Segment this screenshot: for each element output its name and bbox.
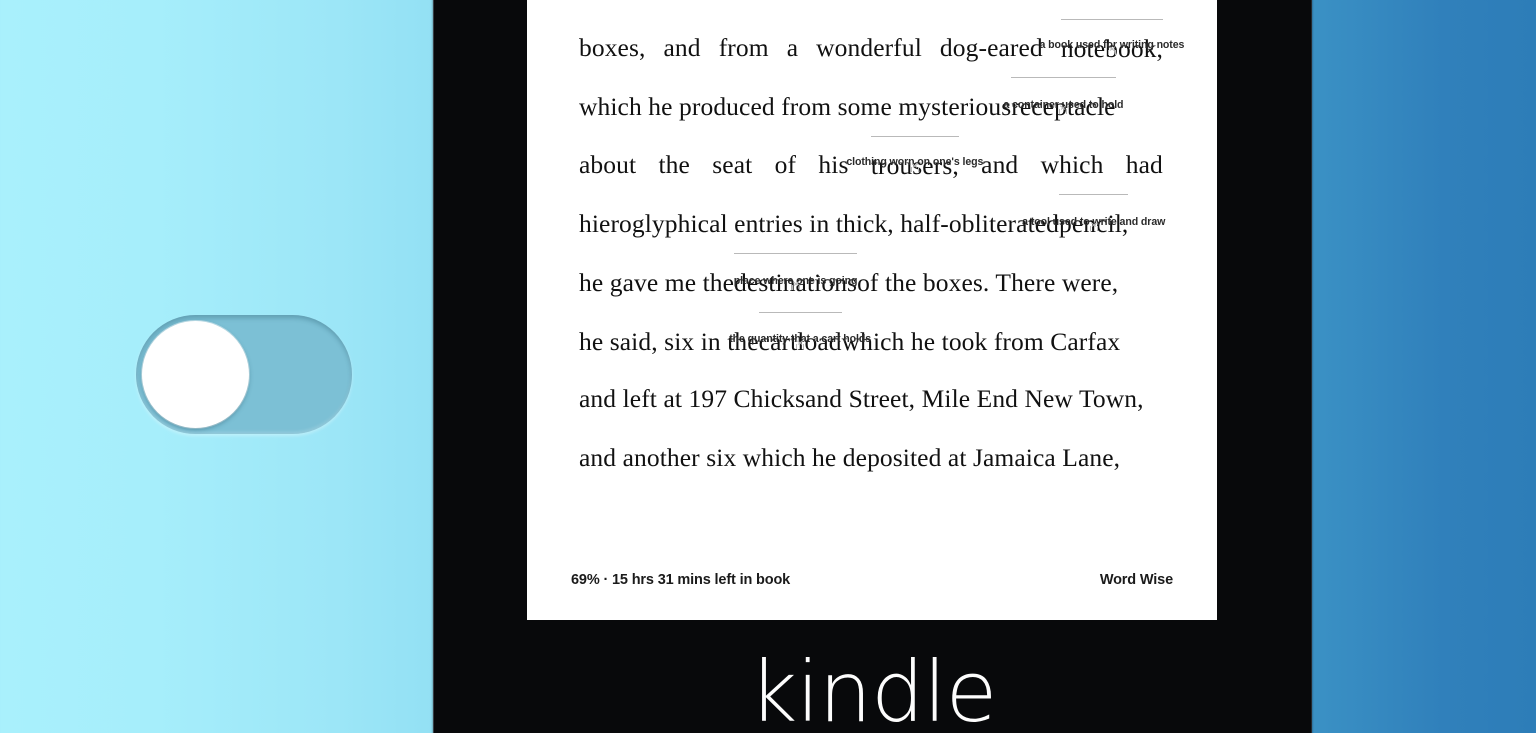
word: had [1125,149,1163,179]
word: and [981,149,1019,179]
word-wise-caret-icon [1107,49,1116,55]
word: and [663,32,701,62]
word-wise-caret-icon [1059,109,1068,115]
book-page: own. He remembered all about the inciden… [527,0,1217,620]
text-run: which he took from Carfax [841,326,1121,356]
word: own. [579,0,630,19]
reading-progress: 69% · 15 hrs 31 mins left in book [571,572,791,588]
text-line: boxes, and from a wonderful dog-eared a … [579,18,1184,78]
word: all [835,0,861,19]
word-wise-annotation[interactable]: the quantity that a cart holds cartload [729,311,871,372]
word: wonderful [816,32,922,62]
word: boxes, [579,32,646,62]
word-wise-toggle[interactable] [136,315,352,434]
text-run: he gave me the [579,267,735,297]
word-wise-annotation[interactable]: place where one is going destinations [734,252,857,313]
word-wise-annotation[interactable]: a container used to hold receptacle [1003,77,1124,137]
word: about [876,0,933,19]
text-line: hieroglyphical entries in thick, half-ob… [579,194,1165,253]
text-run: hieroglyphical entries in thick, half-ob… [579,209,1060,239]
word: from [718,32,769,62]
word-wise-label[interactable]: Word Wise [1100,572,1173,588]
word: of [774,149,797,179]
text-run: and left at 197 Chicksand Street, Mile E… [579,384,1144,414]
text-line: about the seat of his clothing worn on o… [579,135,1163,195]
word: the [1132,0,1163,19]
word-wise-caret-icon [796,343,805,349]
word: remembered [691,0,819,19]
word: seat [712,149,753,179]
word: He [645,0,675,19]
word: about [579,149,637,179]
text-line: he said, six in the the quantity that a … [579,311,1165,372]
word-wise-caret-icon [791,285,800,291]
toggle-knob[interactable] [142,321,249,428]
word: which [1040,149,1104,179]
kindle-wordmark: kindle [748,643,998,733]
text-line: he gave me the place where one is going … [579,252,1165,313]
word-wise-annotation[interactable]: a tool used to write and draw pencil, [1022,194,1165,254]
text-line: own. He remembered all about the inciden… [579,0,1163,19]
word: the [658,149,690,179]
kindle-device: own. He remembered all about the inciden… [433,0,1312,733]
word: the [949,0,980,19]
text-line: and left at 197 Chicksand Street, Mile E… [579,370,1165,429]
word: dog-eared [939,32,1043,62]
text-line: which he produced from some mysterious a… [579,77,1165,136]
eink-screen[interactable]: own. He remembered all about the inciden… [527,0,1217,620]
text-line: and another six which he deposited at Ja… [579,429,1165,488]
page-footer: 69% · 15 hrs 31 mins left in book Word W… [571,572,1173,588]
text-run: of the boxes. There were, [857,267,1119,297]
word: of [1094,0,1115,19]
text-run: and another six which he deposited at Ja… [579,442,1121,472]
text-run: which he produced from some mysterious [579,92,1012,122]
word: a [786,32,799,62]
word-wise-caret-icon [1089,226,1098,232]
word-wise-annotation[interactable]: a book used for writing notes notebook, [1039,18,1184,78]
word: his [818,149,849,179]
word-wise-caret-icon [910,166,919,172]
word: incident [996,0,1079,19]
word-wise-annotation[interactable]: clothing worn on one's legs trousers, [846,135,983,195]
